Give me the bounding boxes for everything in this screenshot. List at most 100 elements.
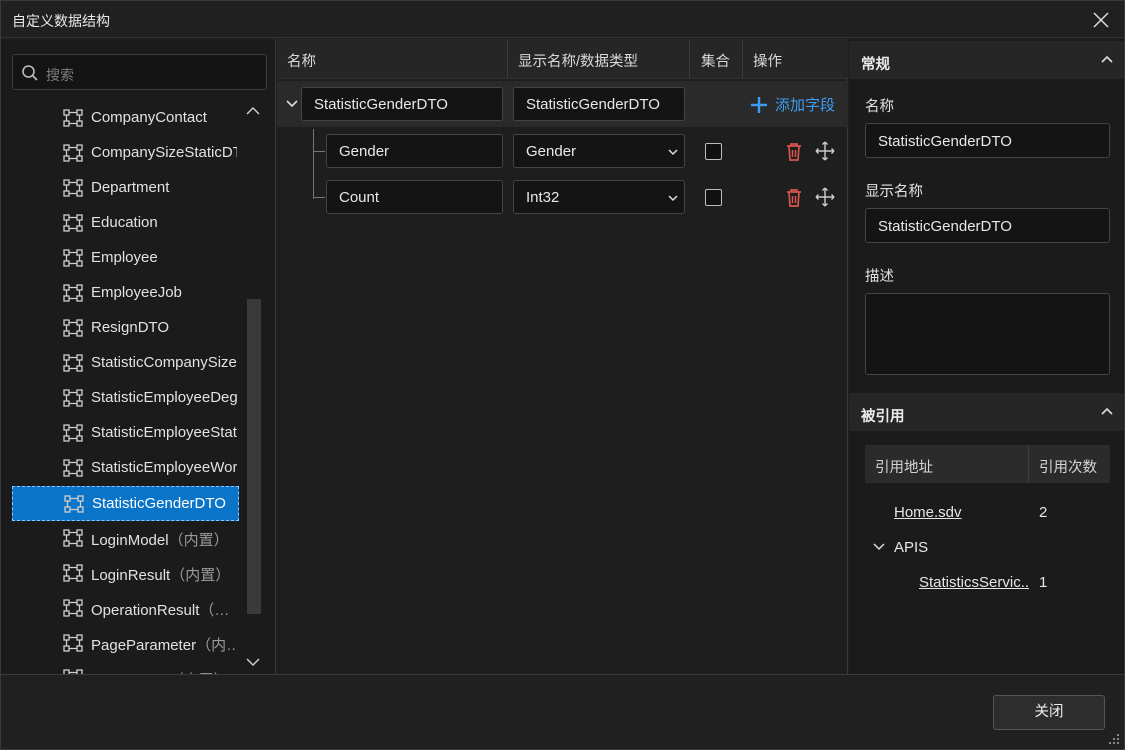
resize-grip-icon[interactable] xyxy=(1108,733,1120,745)
tree-item[interactable]: PageResult（内置） xyxy=(12,661,239,674)
delete-icon[interactable] xyxy=(785,142,803,162)
tree-item[interactable]: EmployeeJob xyxy=(12,276,239,311)
reference-group: APIS xyxy=(894,539,929,556)
collection-checkbox[interactable] xyxy=(705,189,722,206)
close-icon[interactable] xyxy=(1088,7,1114,33)
move-icon[interactable] xyxy=(815,187,835,207)
search-input[interactable]: 搜索 xyxy=(12,54,267,90)
reference-link[interactable]: StatisticsServic... xyxy=(919,574,1029,591)
tree-item-label: CompanySizeStaticDTO xyxy=(91,144,237,161)
references-section-header[interactable]: 被引用 xyxy=(849,393,1124,431)
structure-icon xyxy=(63,144,83,162)
tree-item[interactable]: CompanyContact xyxy=(12,101,239,136)
structure-icon xyxy=(63,529,83,547)
add-field-label: 添加字段 xyxy=(775,97,836,114)
name-input[interactable]: StatisticGenderDTO xyxy=(865,123,1110,158)
name-value: StatisticGenderDTO xyxy=(878,133,1012,150)
tree-item[interactable]: CompanySizeStaticDTO xyxy=(12,136,239,171)
search-placeholder: 搜索 xyxy=(46,67,74,83)
dialog-footer: 关闭 xyxy=(1,674,1124,749)
structure-icon xyxy=(63,459,83,477)
tree-item-label: EmployeeJob xyxy=(91,284,182,301)
references-table-header: 引用地址 引用次数 xyxy=(865,445,1110,483)
col-collection-header: 集合 xyxy=(701,54,730,70)
field-name-input[interactable]: Gender xyxy=(326,134,503,168)
ref-count-header: 引用次数 xyxy=(1039,460,1097,476)
scroll-down-icon[interactable] xyxy=(245,656,261,668)
tree-item-label: StatisticEmployeeStatusDTO xyxy=(91,424,237,441)
field-name-input[interactable]: Count xyxy=(326,180,503,214)
dialog-window: 自定义数据结构 搜索 CompanyContact CompanySizeStat… xyxy=(0,0,1125,750)
structure-icon xyxy=(63,634,83,652)
tree-item-label: StatisticCompanySizeDTO xyxy=(91,354,237,371)
root-name-value: StatisticGenderDTO xyxy=(314,96,448,113)
reference-count: 1 xyxy=(1039,574,1048,591)
title-bar: 自定义数据结构 xyxy=(1,1,1124,38)
grid-header: 名称 显示名称/数据类型 集合 操作 xyxy=(277,39,848,79)
tree-item[interactable]: LoginModel（内置） xyxy=(12,521,239,556)
properties-panel: 常规 名称 StatisticGenderDTO 显示名称 StatisticG… xyxy=(849,39,1124,674)
tree-item-label: StatisticEmployeeWorkDTO xyxy=(91,459,237,476)
scroll-up-icon[interactable] xyxy=(245,105,261,117)
close-button[interactable]: 关闭 xyxy=(993,695,1105,730)
tree-item[interactable]: Employee xyxy=(12,241,239,276)
field-type-select[interactable]: Gender xyxy=(513,134,685,168)
structure-icon xyxy=(63,284,83,302)
structure-icon xyxy=(63,179,83,197)
field-type-value: Int32 xyxy=(526,189,560,206)
description-label: 描述 xyxy=(865,269,894,285)
structure-icon xyxy=(64,495,84,513)
tree-item[interactable]: ResignDTO xyxy=(12,311,239,346)
reference-count: 2 xyxy=(1039,504,1048,521)
col-name-header: 名称 xyxy=(287,54,316,70)
delete-icon[interactable] xyxy=(785,188,803,208)
move-icon[interactable] xyxy=(815,141,835,161)
tree-item-label: ResignDTO xyxy=(91,319,170,336)
root-name-input[interactable]: StatisticGenderDTO xyxy=(301,87,503,121)
structure-icon xyxy=(63,249,83,267)
field-name-value: Gender xyxy=(339,143,390,160)
chevron-up-icon xyxy=(1101,407,1113,415)
structure-icon xyxy=(63,214,83,232)
chevron-down-icon[interactable] xyxy=(285,98,299,110)
tree-item[interactable]: StatisticEmployeeWorkDTO xyxy=(12,451,239,486)
scrollbar-thumb[interactable] xyxy=(247,299,261,614)
root-display-value: StatisticGenderDTO xyxy=(526,96,660,113)
structure-list-panel: 搜索 CompanyContact CompanySizeStaticDTO Dep… xyxy=(1,39,276,674)
tree-item-label: OperationResult（… xyxy=(91,602,230,619)
display-name-label: 显示名称 xyxy=(865,184,923,200)
chevron-down-icon xyxy=(668,149,678,156)
root-display-input[interactable]: StatisticGenderDTO xyxy=(513,87,685,121)
chevron-up-icon xyxy=(1101,55,1113,63)
tree-item[interactable]: StatisticEmployeeStatusDTO xyxy=(12,416,239,451)
tree-item[interactable]: StatisticEmployeeDegreeDTO xyxy=(12,381,239,416)
field-grid-panel: 名称 显示名称/数据类型 集合 操作 StatisticGenderDTO St… xyxy=(277,39,848,674)
tree-item[interactable]: PageParameter（内… xyxy=(12,626,239,661)
field-type-select[interactable]: Int32 xyxy=(513,180,685,214)
tree-item[interactable]: OperationResult（… xyxy=(12,591,239,626)
chevron-down-icon xyxy=(668,195,678,202)
tree-item-label: StatisticEmployeeDegreeDTO xyxy=(91,389,237,406)
reference-link[interactable]: Home.sdv xyxy=(894,504,962,521)
tree-item[interactable]: Education xyxy=(12,206,239,241)
tree-item-label: LoginModel（内置） xyxy=(91,532,229,549)
ref-address-header: 引用地址 xyxy=(875,460,933,476)
tree-item-label: StatisticGenderDTO xyxy=(92,495,226,512)
collection-checkbox[interactable] xyxy=(705,143,722,160)
tree-item-label: Employee xyxy=(91,249,158,266)
tree-item[interactable]: LoginResult（内置） xyxy=(12,556,239,591)
description-textarea[interactable] xyxy=(865,293,1110,375)
search-icon xyxy=(22,65,38,81)
structure-icon xyxy=(63,319,83,337)
structure-icon xyxy=(63,599,83,617)
structure-icon xyxy=(63,564,83,582)
tree-item[interactable]: StatisticGenderDTO xyxy=(12,486,239,521)
general-section-header[interactable]: 常规 xyxy=(849,41,1124,79)
chevron-down-icon[interactable] xyxy=(873,542,885,552)
tree-item[interactable]: StatisticCompanySizeDTO xyxy=(12,346,239,381)
tree-item-label: LoginResult（内置） xyxy=(91,567,231,584)
display-name-input[interactable]: StatisticGenderDTO xyxy=(865,208,1110,243)
tree-item-label: Education xyxy=(91,214,158,231)
tree-item-label: CompanyContact xyxy=(91,109,207,126)
tree-item[interactable]: Department xyxy=(12,171,239,206)
